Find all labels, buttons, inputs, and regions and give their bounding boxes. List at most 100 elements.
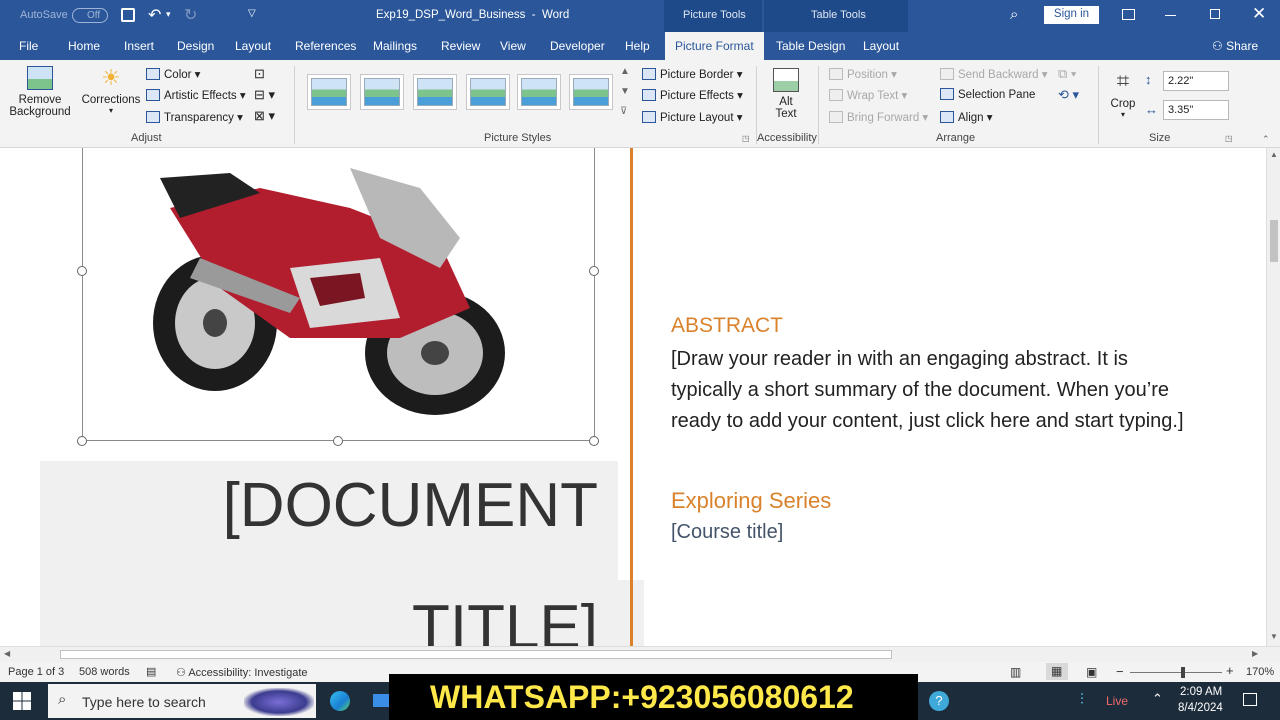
weather-live-label[interactable]: Live (1106, 694, 1128, 708)
shape-width-input[interactable]: 3.35" (1163, 100, 1229, 120)
compress-pictures-icon[interactable]: ⊡ (254, 66, 265, 82)
share-button[interactable]: ⚇ Share (1212, 39, 1258, 53)
picture-styles-launcher-icon[interactable]: ◳ (742, 134, 750, 143)
scroll-up-icon[interactable]: ▲ (1270, 150, 1278, 159)
resize-handle-left[interactable] (77, 266, 87, 276)
document-title-line2[interactable]: TITLE] (190, 592, 598, 646)
resize-handle-bottom[interactable] (333, 436, 343, 446)
tab-file[interactable]: File (19, 39, 38, 53)
corrections-button[interactable]: ☀ Corrections ▾ (80, 66, 142, 116)
shape-height-input[interactable]: 2.22" (1163, 71, 1229, 91)
zoom-out-icon[interactable]: − (1116, 664, 1124, 679)
clock-date[interactable]: 8/4/2024 (1178, 702, 1223, 714)
zoom-level[interactable]: 170% (1246, 666, 1274, 678)
tab-review[interactable]: Review (441, 39, 480, 53)
picture-style-4[interactable] (466, 74, 510, 110)
remove-background-button[interactable]: Remove Background (8, 66, 72, 118)
wrap-text-button[interactable]: Wrap Text ▾ (829, 88, 907, 102)
tab-design[interactable]: Design (177, 39, 214, 53)
word-count[interactable]: 508 words (79, 666, 130, 678)
undo-icon[interactable]: ↶ (148, 5, 161, 25)
search-icon[interactable]: ⌕ (1010, 6, 1018, 23)
ribbon-display-icon[interactable] (1122, 9, 1135, 20)
reset-picture-icon[interactable]: ⊠ ▾ (254, 108, 275, 124)
color-button[interactable]: Color ▾ (146, 67, 200, 81)
zoom-slider[interactable] (1130, 672, 1222, 673)
tray-overflow-icon[interactable]: ⌃ (1152, 691, 1163, 707)
vertical-scroll-thumb[interactable] (1270, 220, 1278, 262)
alt-text-button[interactable]: Alt Text (768, 68, 804, 120)
resize-handle-bottom-left[interactable] (77, 436, 87, 446)
picture-style-2[interactable] (360, 74, 404, 110)
abstract-body[interactable]: [Draw your reader in with an engaging ab… (671, 344, 1191, 437)
zoom-in-icon[interactable]: + (1226, 663, 1234, 678)
tab-table-design[interactable]: Table Design (776, 39, 845, 53)
sign-in-button[interactable]: Sign in (1044, 6, 1099, 24)
position-button[interactable]: Position ▾ (829, 67, 897, 81)
picture-style-5[interactable] (517, 74, 561, 110)
horizontal-scroll-thumb[interactable] (60, 650, 892, 659)
artistic-effects-button[interactable]: Artistic Effects ▾ (146, 88, 246, 102)
close-icon[interactable]: ✕ (1252, 4, 1266, 24)
gallery-scroll-down-icon[interactable]: ▼ (620, 86, 630, 97)
restore-icon[interactable] (1210, 9, 1220, 19)
picture-effects-button[interactable]: Picture Effects ▾ (642, 88, 743, 102)
bring-forward-button[interactable]: Bring Forward ▾ (829, 110, 928, 124)
motorcycle-image[interactable] (140, 148, 520, 418)
weather-live-icon[interactable]: ⫶ (1080, 691, 1084, 708)
tab-insert[interactable]: Insert (124, 39, 154, 53)
picture-style-6[interactable] (569, 74, 613, 110)
focus-mode-icon[interactable]: ▥ (1010, 665, 1021, 679)
zoom-slider-thumb[interactable] (1181, 667, 1185, 678)
horizontal-scrollbar[interactable]: ◀ ▶ (0, 646, 1280, 662)
tab-mailings[interactable]: Mailings (373, 39, 417, 53)
edge-icon[interactable] (330, 691, 350, 711)
tab-view[interactable]: View (500, 39, 526, 53)
resize-handle-right[interactable] (589, 266, 599, 276)
gallery-scroll-up-icon[interactable]: ▲ (620, 66, 630, 77)
group-objects-icon[interactable]: ⧉ ▾ (1058, 66, 1076, 82)
proofing-icon[interactable]: ▤ (146, 665, 156, 678)
taskbar-search-box[interactable]: ⌕ Type here to search (48, 684, 316, 718)
tab-help[interactable]: Help (625, 39, 650, 53)
web-layout-icon[interactable]: ▣ (1086, 665, 1097, 679)
picture-layout-button[interactable]: Picture Layout ▾ (642, 110, 742, 124)
vertical-scrollbar[interactable]: ▲ ▼ (1266, 148, 1280, 646)
abstract-heading[interactable]: ABSTRACT (671, 314, 783, 338)
series-heading[interactable]: Exploring Series (671, 488, 831, 514)
tab-home[interactable]: Home (68, 39, 100, 53)
picture-border-button[interactable]: Picture Border ▾ (642, 67, 742, 81)
tab-developer[interactable]: Developer (550, 39, 605, 53)
scroll-down-icon[interactable]: ▼ (1270, 632, 1278, 641)
customize-qat-icon[interactable]: ▽ (248, 8, 256, 19)
help-app-icon[interactable]: ? (929, 691, 949, 711)
scroll-left-icon[interactable]: ◀ (4, 649, 10, 658)
picture-style-3[interactable] (413, 74, 457, 110)
undo-dropdown-icon[interactable]: ▾ (166, 9, 171, 20)
save-icon[interactable] (121, 8, 135, 22)
change-picture-icon[interactable]: ⊟ ▾ (254, 87, 275, 103)
resize-handle-bottom-right[interactable] (589, 436, 599, 446)
page-count[interactable]: Page 1 of 3 (8, 666, 64, 678)
send-backward-button[interactable]: Send Backward ▾ (940, 67, 1048, 81)
print-layout-icon[interactable]: ▦ (1046, 663, 1068, 680)
document-canvas[interactable]: [DOCUMENT TITLE] ABSTRACT [Draw your rea… (0, 148, 1266, 646)
rotate-icon[interactable]: ⟲ ▾ (1058, 87, 1079, 103)
minimize-icon[interactable] (1165, 15, 1176, 16)
gallery-more-icon[interactable]: ⊽ (620, 106, 627, 117)
collapse-ribbon-icon[interactable]: ⌃ (1262, 134, 1270, 145)
clock-time[interactable]: 2:09 AM (1180, 686, 1222, 698)
transparency-button[interactable]: Transparency ▾ (146, 110, 243, 124)
course-title[interactable]: [Course title] (671, 521, 783, 544)
tab-references[interactable]: References (295, 39, 356, 53)
tab-layout[interactable]: Layout (235, 39, 271, 53)
tab-picture-format[interactable]: Picture Format (665, 32, 764, 60)
size-launcher-icon[interactable]: ◳ (1225, 134, 1233, 143)
tab-table-layout[interactable]: Layout (863, 39, 899, 53)
accessibility-status[interactable]: ⚇ Accessibility: Investigate (176, 666, 308, 679)
crop-button[interactable]: ⌗ Crop ▾ (1106, 68, 1140, 119)
align-button[interactable]: Align ▾ (940, 110, 993, 124)
mail-icon[interactable] (373, 694, 389, 707)
scroll-right-icon[interactable]: ▶ (1252, 649, 1258, 658)
autosave-toggle[interactable]: Off (72, 8, 108, 23)
